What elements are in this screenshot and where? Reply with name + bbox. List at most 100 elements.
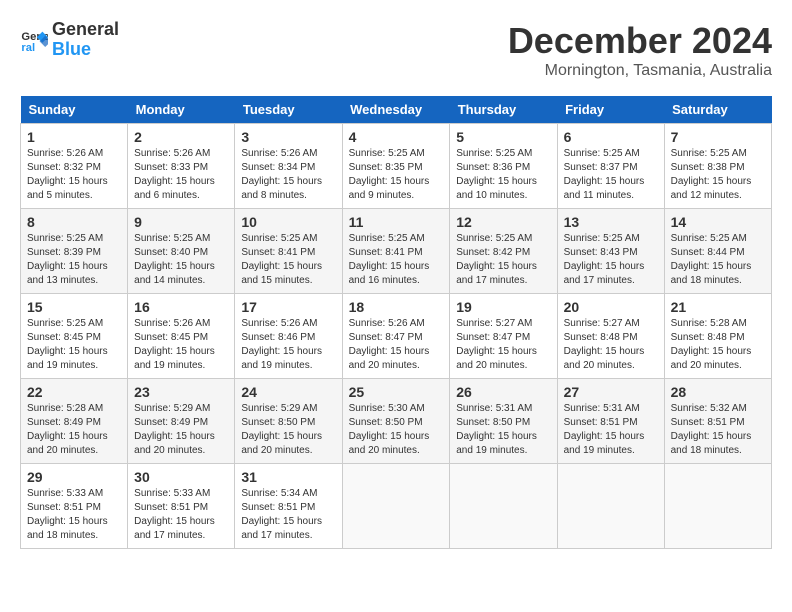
day-info: Sunrise: 5:25 AMSunset: 8:42 PMDaylight:… (456, 232, 550, 288)
day-info: Sunrise: 5:25 AMSunset: 8:35 PMDaylight:… (349, 147, 444, 203)
day-number: 5 (456, 129, 550, 145)
day-number: 16 (134, 299, 228, 315)
calendar-cell (557, 464, 664, 549)
day-info: Sunrise: 5:25 AMSunset: 8:40 PMDaylight:… (134, 232, 228, 288)
day-number: 22 (27, 384, 121, 400)
calendar-cell: 21 Sunrise: 5:28 AMSunset: 8:48 PMDaylig… (664, 294, 771, 379)
month-title: December 2024 (508, 20, 772, 62)
week-row-3: 15 Sunrise: 5:25 AMSunset: 8:45 PMDaylig… (21, 294, 772, 379)
page-header: Gene ral General Blue December 2024 Morn… (20, 20, 772, 80)
calendar-cell: 12 Sunrise: 5:25 AMSunset: 8:42 PMDaylig… (450, 209, 557, 294)
day-info: Sunrise: 5:27 AMSunset: 8:47 PMDaylight:… (456, 317, 550, 373)
day-info: Sunrise: 5:26 AMSunset: 8:32 PMDaylight:… (27, 147, 121, 203)
day-number: 8 (27, 214, 121, 230)
calendar-cell: 31 Sunrise: 5:34 AMSunset: 8:51 PMDaylig… (235, 464, 342, 549)
day-number: 28 (671, 384, 765, 400)
header-row: SundayMondayTuesdayWednesdayThursdayFrid… (21, 96, 772, 124)
logo: Gene ral General Blue (20, 20, 119, 60)
calendar-cell: 9 Sunrise: 5:25 AMSunset: 8:40 PMDayligh… (128, 209, 235, 294)
day-info: Sunrise: 5:29 AMSunset: 8:50 PMDaylight:… (241, 402, 335, 458)
day-info: Sunrise: 5:28 AMSunset: 8:48 PMDaylight:… (671, 317, 765, 373)
week-row-4: 22 Sunrise: 5:28 AMSunset: 8:49 PMDaylig… (21, 379, 772, 464)
day-info: Sunrise: 5:25 AMSunset: 8:38 PMDaylight:… (671, 147, 765, 203)
day-number: 7 (671, 129, 765, 145)
calendar-cell: 8 Sunrise: 5:25 AMSunset: 8:39 PMDayligh… (21, 209, 128, 294)
day-number: 19 (456, 299, 550, 315)
day-number: 14 (671, 214, 765, 230)
header-saturday: Saturday (664, 96, 771, 124)
day-number: 31 (241, 469, 335, 485)
calendar-cell: 2 Sunrise: 5:26 AMSunset: 8:33 PMDayligh… (128, 124, 235, 209)
day-info: Sunrise: 5:26 AMSunset: 8:33 PMDaylight:… (134, 147, 228, 203)
calendar-cell: 28 Sunrise: 5:32 AMSunset: 8:51 PMDaylig… (664, 379, 771, 464)
day-info: Sunrise: 5:25 AMSunset: 8:43 PMDaylight:… (564, 232, 658, 288)
day-info: Sunrise: 5:27 AMSunset: 8:48 PMDaylight:… (564, 317, 658, 373)
day-number: 24 (241, 384, 335, 400)
day-number: 9 (134, 214, 228, 230)
week-row-1: 1 Sunrise: 5:26 AMSunset: 8:32 PMDayligh… (21, 124, 772, 209)
logo-text-line2: Blue (52, 40, 119, 60)
day-number: 10 (241, 214, 335, 230)
day-info: Sunrise: 5:33 AMSunset: 8:51 PMDaylight:… (134, 487, 228, 543)
calendar-cell (450, 464, 557, 549)
day-number: 13 (564, 214, 658, 230)
logo-text-line1: General (52, 20, 119, 40)
day-info: Sunrise: 5:26 AMSunset: 8:46 PMDaylight:… (241, 317, 335, 373)
calendar-cell: 6 Sunrise: 5:25 AMSunset: 8:37 PMDayligh… (557, 124, 664, 209)
logo-icon: Gene ral (20, 26, 48, 54)
day-info: Sunrise: 5:25 AMSunset: 8:39 PMDaylight:… (27, 232, 121, 288)
day-number: 21 (671, 299, 765, 315)
day-number: 18 (349, 299, 444, 315)
day-info: Sunrise: 5:26 AMSunset: 8:34 PMDaylight:… (241, 147, 335, 203)
day-info: Sunrise: 5:29 AMSunset: 8:49 PMDaylight:… (134, 402, 228, 458)
calendar-cell: 26 Sunrise: 5:31 AMSunset: 8:50 PMDaylig… (450, 379, 557, 464)
day-number: 20 (564, 299, 658, 315)
calendar-cell: 4 Sunrise: 5:25 AMSunset: 8:35 PMDayligh… (342, 124, 450, 209)
calendar-cell: 30 Sunrise: 5:33 AMSunset: 8:51 PMDaylig… (128, 464, 235, 549)
day-number: 30 (134, 469, 228, 485)
calendar-cell (664, 464, 771, 549)
day-number: 27 (564, 384, 658, 400)
day-info: Sunrise: 5:30 AMSunset: 8:50 PMDaylight:… (349, 402, 444, 458)
day-info: Sunrise: 5:26 AMSunset: 8:45 PMDaylight:… (134, 317, 228, 373)
day-number: 4 (349, 129, 444, 145)
header-friday: Friday (557, 96, 664, 124)
calendar-cell: 3 Sunrise: 5:26 AMSunset: 8:34 PMDayligh… (235, 124, 342, 209)
location: Mornington, Tasmania, Australia (508, 62, 772, 80)
day-number: 6 (564, 129, 658, 145)
calendar-cell: 17 Sunrise: 5:26 AMSunset: 8:46 PMDaylig… (235, 294, 342, 379)
day-info: Sunrise: 5:33 AMSunset: 8:51 PMDaylight:… (27, 487, 121, 543)
calendar-cell: 13 Sunrise: 5:25 AMSunset: 8:43 PMDaylig… (557, 209, 664, 294)
day-number: 3 (241, 129, 335, 145)
day-info: Sunrise: 5:25 AMSunset: 8:41 PMDaylight:… (241, 232, 335, 288)
week-row-5: 29 Sunrise: 5:33 AMSunset: 8:51 PMDaylig… (21, 464, 772, 549)
calendar-cell: 18 Sunrise: 5:26 AMSunset: 8:47 PMDaylig… (342, 294, 450, 379)
svg-text:ral: ral (21, 42, 35, 54)
day-number: 11 (349, 214, 444, 230)
calendar-cell (342, 464, 450, 549)
day-number: 23 (134, 384, 228, 400)
calendar-cell: 24 Sunrise: 5:29 AMSunset: 8:50 PMDaylig… (235, 379, 342, 464)
week-row-2: 8 Sunrise: 5:25 AMSunset: 8:39 PMDayligh… (21, 209, 772, 294)
header-sunday: Sunday (21, 96, 128, 124)
day-info: Sunrise: 5:26 AMSunset: 8:47 PMDaylight:… (349, 317, 444, 373)
day-info: Sunrise: 5:25 AMSunset: 8:45 PMDaylight:… (27, 317, 121, 373)
day-info: Sunrise: 5:31 AMSunset: 8:51 PMDaylight:… (564, 402, 658, 458)
title-block: December 2024 Mornington, Tasmania, Aust… (508, 20, 772, 80)
calendar-cell: 14 Sunrise: 5:25 AMSunset: 8:44 PMDaylig… (664, 209, 771, 294)
calendar-cell: 15 Sunrise: 5:25 AMSunset: 8:45 PMDaylig… (21, 294, 128, 379)
day-number: 12 (456, 214, 550, 230)
day-info: Sunrise: 5:28 AMSunset: 8:49 PMDaylight:… (27, 402, 121, 458)
day-number: 29 (27, 469, 121, 485)
day-info: Sunrise: 5:31 AMSunset: 8:50 PMDaylight:… (456, 402, 550, 458)
calendar-cell: 16 Sunrise: 5:26 AMSunset: 8:45 PMDaylig… (128, 294, 235, 379)
calendar-cell: 19 Sunrise: 5:27 AMSunset: 8:47 PMDaylig… (450, 294, 557, 379)
day-number: 17 (241, 299, 335, 315)
day-number: 2 (134, 129, 228, 145)
day-info: Sunrise: 5:25 AMSunset: 8:44 PMDaylight:… (671, 232, 765, 288)
day-number: 26 (456, 384, 550, 400)
calendar-cell: 7 Sunrise: 5:25 AMSunset: 8:38 PMDayligh… (664, 124, 771, 209)
header-monday: Monday (128, 96, 235, 124)
calendar-cell: 10 Sunrise: 5:25 AMSunset: 8:41 PMDaylig… (235, 209, 342, 294)
day-info: Sunrise: 5:25 AMSunset: 8:36 PMDaylight:… (456, 147, 550, 203)
